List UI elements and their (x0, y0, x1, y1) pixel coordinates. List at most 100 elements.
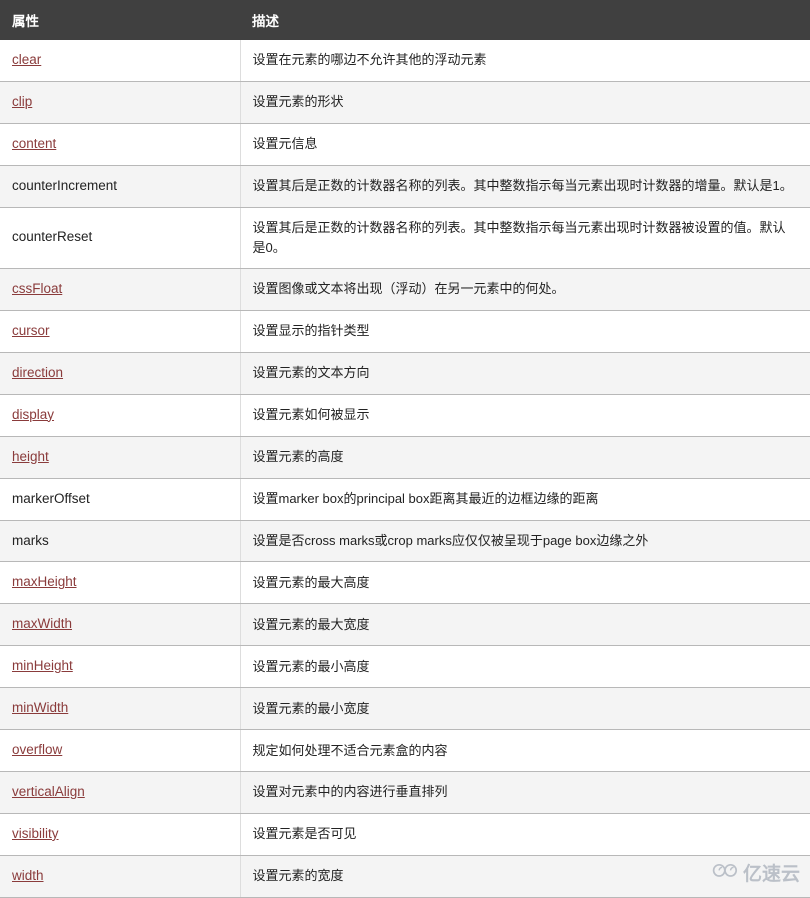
table-row: minHeight 设置元素的最小高度 (0, 646, 810, 688)
property-cell: height (0, 436, 240, 478)
property-cell: markerOffset (0, 478, 240, 520)
property-link[interactable]: clip (12, 94, 32, 109)
table-row: cssFloat 设置图像或文本将出现（浮动）在另一元素中的何处。 (0, 268, 810, 310)
property-link[interactable]: height (12, 449, 49, 464)
description-text: 设置在元素的哪边不允许其他的浮动元素 (253, 52, 487, 67)
css-property-table-container: 属性 描述 clear 设置在元素的哪边不允许其他的浮动元素 clip 设置元素的形状… (0, 0, 810, 898)
description-text: 设置元素的宽度 (253, 868, 344, 883)
description-cell: 设置元素的形状 (240, 81, 810, 123)
property-cell: minWidth (0, 688, 240, 730)
property-cell: clip (0, 81, 240, 123)
description-text: 设置元素的文本方向 (253, 365, 370, 380)
table-row: display 设置元素如何被显示 (0, 394, 810, 436)
table-row: minWidth 设置元素的最小宽度 (0, 688, 810, 730)
property-cell: cssFloat (0, 268, 240, 310)
property-cell: minHeight (0, 646, 240, 688)
property-link[interactable]: maxWidth (12, 616, 72, 631)
description-text: 设置元素的高度 (253, 449, 344, 464)
table-row: overflow 规定如何处理不适合元素盒的内容 (0, 730, 810, 772)
description-cell: 设置元素如何被显示 (240, 394, 810, 436)
description-cell: 设置对元素中的内容进行垂直排列 (240, 772, 810, 814)
table-row: marks 设置是否cross marks或crop marks应仅仅被呈现于pa… (0, 520, 810, 562)
description-cell: 设置是否cross marks或crop marks应仅仅被呈现于page bo… (240, 520, 810, 562)
property-link[interactable]: direction (12, 365, 63, 380)
property-cell: visibility (0, 813, 240, 855)
description-cell: 设置marker box的principal box距离其最近的边框边缘的距离 (240, 478, 810, 520)
property-cell: clear (0, 40, 240, 81)
property-link[interactable]: verticalAlign (12, 784, 85, 799)
description-text: 设置其后是正数的计数器名称的列表。其中整数指示每当元素出现时计数器被设置的值。默… (253, 220, 786, 255)
description-text: 设置元素如何被显示 (253, 407, 370, 422)
description-cell: 设置在元素的哪边不允许其他的浮动元素 (240, 40, 810, 81)
description-text: 设置元信息 (253, 136, 318, 151)
table-body: clear设置在元素的哪边不允许其他的浮动元素clip设置元素的形状conten… (0, 40, 810, 897)
css-property-table: 属性 描述 clear 设置在元素的哪边不允许其他的浮动元素 clip 设置元素的形状… (0, 0, 810, 898)
property-link[interactable]: cursor (12, 323, 50, 338)
description-text: 设置元素是否可见 (253, 826, 357, 841)
table-row: maxWidth 设置元素的最大宽度 (0, 604, 810, 646)
table-row: height 设置元素的高度 (0, 436, 810, 478)
property-name: counterReset (12, 229, 92, 244)
table-row: verticalAlign 设置对元素中的内容进行垂直排列 (0, 772, 810, 814)
description-cell: 设置其后是正数的计数器名称的列表。其中整数指示每当元素出现时计数器被设置的值。默… (240, 207, 810, 268)
description-text: 规定如何处理不适合元素盒的内容 (253, 743, 448, 758)
description-text: 设置其后是正数的计数器名称的列表。其中整数指示每当元素出现时计数器的增量。默认是… (253, 178, 793, 193)
property-cell: display (0, 394, 240, 436)
table-row: counterReset 设置其后是正数的计数器名称的列表。其中整数指示每当元素出… (0, 207, 810, 268)
description-cell: 设置元素的高度 (240, 436, 810, 478)
description-text: 设置是否cross marks或crop marks应仅仅被呈现于page bo… (253, 533, 649, 548)
description-cell: 设置元素的宽度 (240, 855, 810, 897)
property-name: counterIncrement (12, 178, 117, 193)
property-cell: width (0, 855, 240, 897)
description-text: 设置元素的最小高度 (253, 659, 370, 674)
table-header-row: 属性 描述 (0, 0, 810, 40)
property-link[interactable]: minHeight (12, 658, 73, 673)
table-row: content 设置元信息 (0, 123, 810, 165)
description-cell: 设置显示的指针类型 (240, 310, 810, 352)
property-cell: maxWidth (0, 604, 240, 646)
property-link[interactable]: cssFloat (12, 281, 62, 296)
description-cell: 设置元素的最大高度 (240, 562, 810, 604)
table-row: maxHeight 设置元素的最大高度 (0, 562, 810, 604)
table-row: counterIncrement 设置其后是正数的计数器名称的列表。其中整数指示每… (0, 165, 810, 207)
table-row: direction 设置元素的文本方向 (0, 352, 810, 394)
property-link[interactable]: maxHeight (12, 574, 77, 589)
description-text: 设置对元素中的内容进行垂直排列 (253, 784, 448, 799)
property-cell: counterReset (0, 207, 240, 268)
description-text: 设置元素的最大高度 (253, 575, 370, 590)
table-row: clip 设置元素的形状 (0, 81, 810, 123)
property-cell: counterIncrement (0, 165, 240, 207)
table-row: width 设置元素的宽度 (0, 855, 810, 897)
property-cell: overflow (0, 730, 240, 772)
property-cell: content (0, 123, 240, 165)
property-cell: cursor (0, 310, 240, 352)
description-text: 设置元素的最小宽度 (253, 701, 370, 716)
property-link[interactable]: minWidth (12, 700, 68, 715)
description-cell: 设置元素的最大宽度 (240, 604, 810, 646)
description-text: 设置图像或文本将出现（浮动）在另一元素中的何处。 (253, 281, 565, 296)
description-cell: 规定如何处理不适合元素盒的内容 (240, 730, 810, 772)
property-cell: marks (0, 520, 240, 562)
property-link[interactable]: clear (12, 52, 41, 67)
description-text: 设置显示的指针类型 (253, 323, 370, 338)
column-header-property: 属性 (0, 0, 240, 40)
property-link[interactable]: overflow (12, 742, 62, 757)
description-cell: 设置元素的最小宽度 (240, 688, 810, 730)
property-link[interactable]: content (12, 136, 56, 151)
table-row: visibility 设置元素是否可见 (0, 813, 810, 855)
property-cell: maxHeight (0, 562, 240, 604)
table-row: markerOffset 设置marker box的principal box距离… (0, 478, 810, 520)
description-cell: 设置图像或文本将出现（浮动）在另一元素中的何处。 (240, 268, 810, 310)
property-name: marks (12, 533, 49, 548)
property-name: markerOffset (12, 491, 90, 506)
table-row: cursor 设置显示的指针类型 (0, 310, 810, 352)
property-cell: verticalAlign (0, 772, 240, 814)
description-cell: 设置元素是否可见 (240, 813, 810, 855)
description-cell: 设置元素的最小高度 (240, 646, 810, 688)
description-cell: 设置元素的文本方向 (240, 352, 810, 394)
property-link[interactable]: width (12, 868, 44, 883)
property-link[interactable]: display (12, 407, 54, 422)
description-text: 设置marker box的principal box距离其最近的边框边缘的距离 (253, 491, 599, 506)
column-header-description: 描述 (240, 0, 810, 40)
property-cell: direction (0, 352, 240, 394)
